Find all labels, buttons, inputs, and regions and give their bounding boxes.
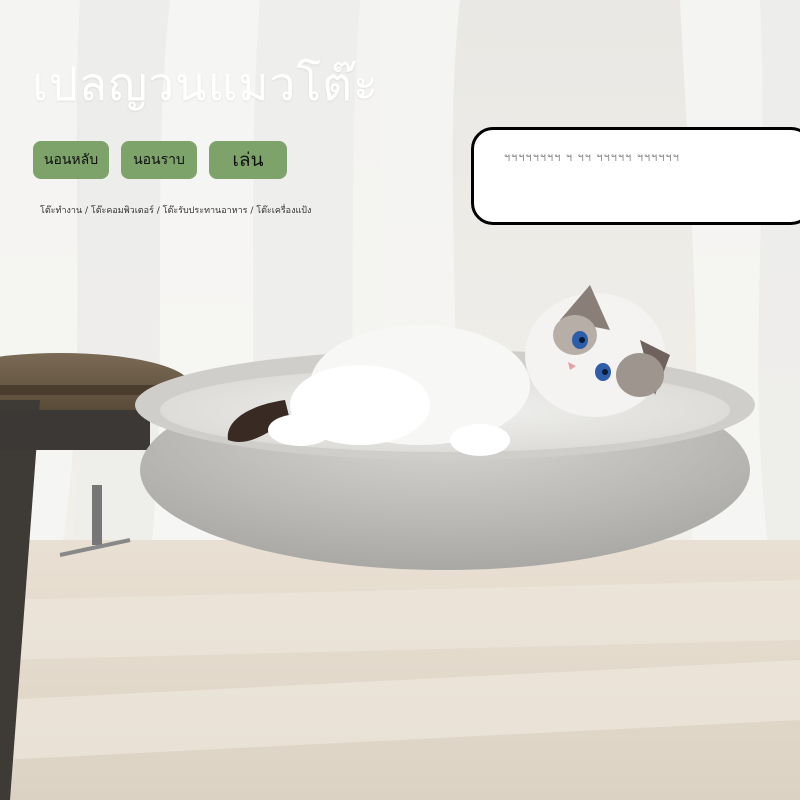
tag-play[interactable]: เล่น xyxy=(209,141,287,179)
panel-text: ฯฯฯฯฯฯฯฯ ฯ ฯฯ ฯฯฯฯฯ ฯฯฯฯฯฯ xyxy=(504,151,680,164)
table-types-caption: โต๊ะทำงาน / โต๊ะคอมพิวเตอร์ / โต๊ะรับประ… xyxy=(40,206,312,216)
mode-tags: นอนหลับ นอนราบ เล่น xyxy=(33,141,287,179)
tag-lie-down[interactable]: นอนราบ xyxy=(121,141,197,179)
page-title: เปลญวนแมวโต๊ะ xyxy=(32,57,379,111)
tag-sleep[interactable]: นอนหลับ xyxy=(33,141,109,179)
info-panel: ฯฯฯฯฯฯฯฯ ฯ ฯฯ ฯฯฯฯฯ ฯฯฯฯฯฯ xyxy=(471,127,800,225)
